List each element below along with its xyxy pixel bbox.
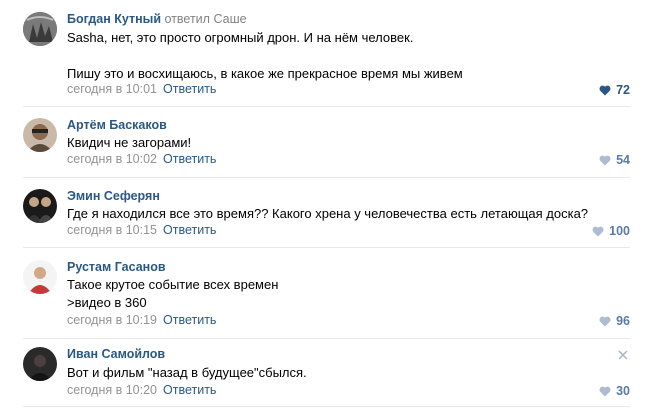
comment-text: Где я находился все это время?? Какого х…: [67, 206, 589, 221]
avatar[interactable]: [23, 347, 57, 381]
avatar[interactable]: [23, 189, 57, 223]
author-name-link[interactable]: Иван Самойлов: [67, 347, 165, 361]
reply-button[interactable]: Ответить: [163, 152, 216, 166]
comment-meta: сегодня в 10:20 Ответить: [67, 383, 216, 397]
heart-icon: [599, 316, 611, 326]
heart-icon: [599, 386, 611, 396]
comment-meta: сегодня в 10:19 Ответить: [67, 313, 216, 327]
like-button[interactable]: 100: [592, 224, 630, 238]
comment-author: Рустам Гасанов: [67, 260, 166, 274]
comment-text: Sasha, нет, это просто огромный дрон. И …: [67, 30, 463, 81]
reply-word: ответил: [164, 12, 210, 26]
separator: [23, 338, 630, 339]
like-button[interactable]: 72: [599, 83, 630, 97]
comment-meta: сегодня в 10:15 Ответить: [67, 223, 216, 237]
like-count: 30: [616, 384, 630, 398]
comment-author: Артём Баскаков: [67, 118, 167, 132]
comment-time[interactable]: сегодня в 10:01: [67, 82, 157, 96]
author-name-link[interactable]: Богдан Кутный: [67, 12, 161, 26]
like-count: 100: [609, 224, 630, 238]
comment-time[interactable]: сегодня в 10:02: [67, 152, 157, 166]
comment-author: Иван Самойлов: [67, 347, 165, 361]
separator: [23, 247, 630, 248]
separator: [23, 177, 630, 178]
separator: [23, 406, 630, 407]
heart-icon: [592, 226, 604, 236]
reply-button[interactable]: Ответить: [163, 223, 216, 237]
heart-icon: [599, 155, 611, 165]
comment-time[interactable]: сегодня в 10:19: [67, 313, 157, 327]
comment-time[interactable]: сегодня в 10:20: [67, 383, 157, 397]
comment-text: Квидич не загорами!: [67, 135, 192, 150]
author-name-link[interactable]: Артём Баскаков: [67, 118, 167, 132]
like-button[interactable]: 30: [599, 384, 630, 398]
comment-meta: сегодня в 10:01 Ответить: [67, 82, 216, 96]
reply-button[interactable]: Ответить: [163, 82, 216, 96]
author-name-link[interactable]: Рустам Гасанов: [67, 260, 166, 274]
comment-text: Такое крутое событие всех времен >видео …: [67, 277, 279, 310]
comment-time[interactable]: сегодня в 10:15: [67, 223, 157, 237]
author-name-link[interactable]: Эмин Сеферян: [67, 189, 160, 203]
close-icon[interactable]: [618, 350, 628, 360]
like-button[interactable]: 54: [599, 153, 630, 167]
like-button[interactable]: 96: [599, 314, 630, 328]
separator: [23, 106, 630, 107]
avatar[interactable]: [23, 260, 57, 294]
avatar[interactable]: [23, 118, 57, 152]
reply-to-link[interactable]: Саше: [213, 12, 246, 26]
like-count: 72: [616, 83, 630, 97]
like-count: 54: [616, 153, 630, 167]
comment-author: Эмин Сеферян: [67, 189, 160, 203]
comment-meta: сегодня в 10:02 Ответить: [67, 152, 216, 166]
comment-author: Богдан Кутный ответил Саше: [67, 12, 247, 26]
reply-button[interactable]: Ответить: [163, 383, 216, 397]
like-count: 96: [616, 314, 630, 328]
reply-button[interactable]: Ответить: [163, 313, 216, 327]
avatar[interactable]: [23, 12, 57, 46]
comment-text: Вот и фильм "назад в будущее"сбылся.: [67, 365, 307, 380]
heart-icon: [599, 85, 611, 95]
